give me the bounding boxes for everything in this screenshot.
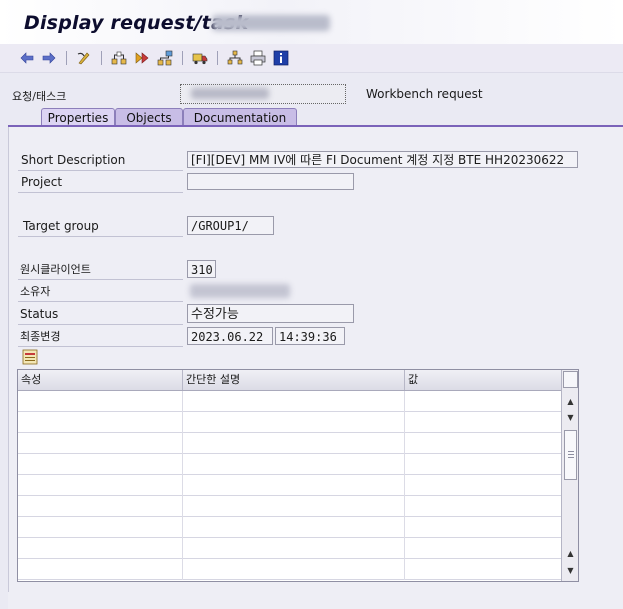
table-row[interactable] <box>18 517 561 538</box>
table-cell[interactable] <box>18 496 183 517</box>
scroll-up-bottom-arrow-icon[interactable]: ▲ <box>563 546 578 561</box>
table-row[interactable] <box>18 496 561 517</box>
table-cell[interactable] <box>405 391 561 412</box>
transport-truck-icon[interactable] <box>191 49 209 67</box>
table-header: 속성 간단한 설명 값 <box>18 370 561 391</box>
table-cell[interactable] <box>405 517 561 538</box>
status-field[interactable]: 수정가능 <box>187 304 354 323</box>
table-cell[interactable] <box>405 475 561 496</box>
scroll-down-bottom-arrow-icon[interactable]: ▼ <box>563 563 578 578</box>
owner-label: 소유자 <box>20 285 51 298</box>
table-cell[interactable] <box>405 496 561 517</box>
table-cell[interactable] <box>183 517 405 538</box>
scroll-up-arrow-icon[interactable]: ▲ <box>563 394 578 409</box>
table-cell[interactable] <box>183 538 405 559</box>
source-client-field[interactable]: 310 <box>187 260 216 278</box>
print-icon[interactable] <box>249 49 267 67</box>
scrollbar-thumb[interactable] <box>564 430 577 480</box>
table-settings-icon[interactable] <box>20 348 40 366</box>
last-changed-label: 최종변경 <box>20 330 61 343</box>
status-label: Status <box>20 307 59 321</box>
table-cell[interactable] <box>18 538 183 559</box>
table-cell[interactable] <box>18 559 183 580</box>
table-cell[interactable] <box>183 496 405 517</box>
table-cell[interactable] <box>405 454 561 475</box>
table-cell[interactable] <box>18 517 183 538</box>
table-row[interactable] <box>18 538 561 559</box>
table-cell[interactable] <box>405 433 561 454</box>
table-row[interactable] <box>18 412 561 433</box>
project-field[interactable] <box>187 173 354 190</box>
redacted-request-number <box>191 88 269 99</box>
last-changed-date-field[interactable]: 2023.06.22 <box>187 327 273 345</box>
column-header-value[interactable]: 값 <box>405 370 561 390</box>
project-label: Project <box>21 175 63 189</box>
target-group-field[interactable]: /GROUP1/ <box>187 216 274 235</box>
table-cell[interactable] <box>18 391 183 412</box>
scroll-down-arrow-icon[interactable]: ▼ <box>563 410 578 425</box>
redacted-request-id <box>212 15 330 31</box>
table-cell[interactable] <box>183 391 405 412</box>
table-cell[interactable] <box>18 433 183 454</box>
attributes-table: 속성 간단한 설명 값 ▲ ▼ ▲ ▼ <box>17 369 579 582</box>
info-icon[interactable] <box>272 49 290 67</box>
forward-arrow-icon[interactable] <box>40 49 58 67</box>
panel-footer <box>8 592 623 609</box>
short-description-label: Short Description <box>21 153 126 167</box>
hierarchy-icon[interactable] <box>110 49 128 67</box>
table-cell[interactable] <box>405 412 561 433</box>
request-label: 요청/태스크 <box>12 90 67 103</box>
request-type-text: Workbench request <box>366 87 483 101</box>
target-group-label: Target group <box>23 219 99 233</box>
table-cell[interactable] <box>183 454 405 475</box>
table-cell[interactable] <box>18 412 183 433</box>
request-number-field[interactable] <box>180 84 346 104</box>
tree-icon[interactable] <box>226 49 244 67</box>
structure-icon[interactable] <box>156 49 174 67</box>
table-cell[interactable] <box>183 433 405 454</box>
table-column-settings-button[interactable] <box>563 371 578 388</box>
table-row[interactable] <box>18 433 561 454</box>
table-vertical-scrollbar[interactable]: ▲ ▼ ▲ ▼ <box>561 370 578 581</box>
column-header-attribute[interactable]: 속성 <box>18 370 183 390</box>
table-cell[interactable] <box>183 559 405 580</box>
table-row[interactable] <box>18 475 561 496</box>
back-arrow-icon[interactable] <box>18 49 36 67</box>
table-cell[interactable] <box>183 412 405 433</box>
last-changed-time-field[interactable]: 14:39:36 <box>275 327 345 345</box>
redacted-owner <box>190 284 290 298</box>
table-row[interactable] <box>18 391 561 412</box>
source-client-label: 원시클라이언트 <box>20 263 91 276</box>
next-level-icon[interactable] <box>133 49 151 67</box>
table-cell[interactable] <box>18 475 183 496</box>
table-cell[interactable] <box>183 475 405 496</box>
display-change-icon[interactable] <box>75 49 93 67</box>
table-cell[interactable] <box>18 454 183 475</box>
table-cell[interactable] <box>405 559 561 580</box>
short-description-field[interactable]: [FI][DEV] MM IV에 따른 FI Document 계정 지정 BT… <box>187 151 578 168</box>
application-toolbar <box>0 44 623 73</box>
column-header-short-description[interactable]: 간단한 설명 <box>183 370 405 390</box>
table-row[interactable] <box>18 559 561 580</box>
table-row[interactable] <box>18 454 561 475</box>
table-cell[interactable] <box>405 538 561 559</box>
